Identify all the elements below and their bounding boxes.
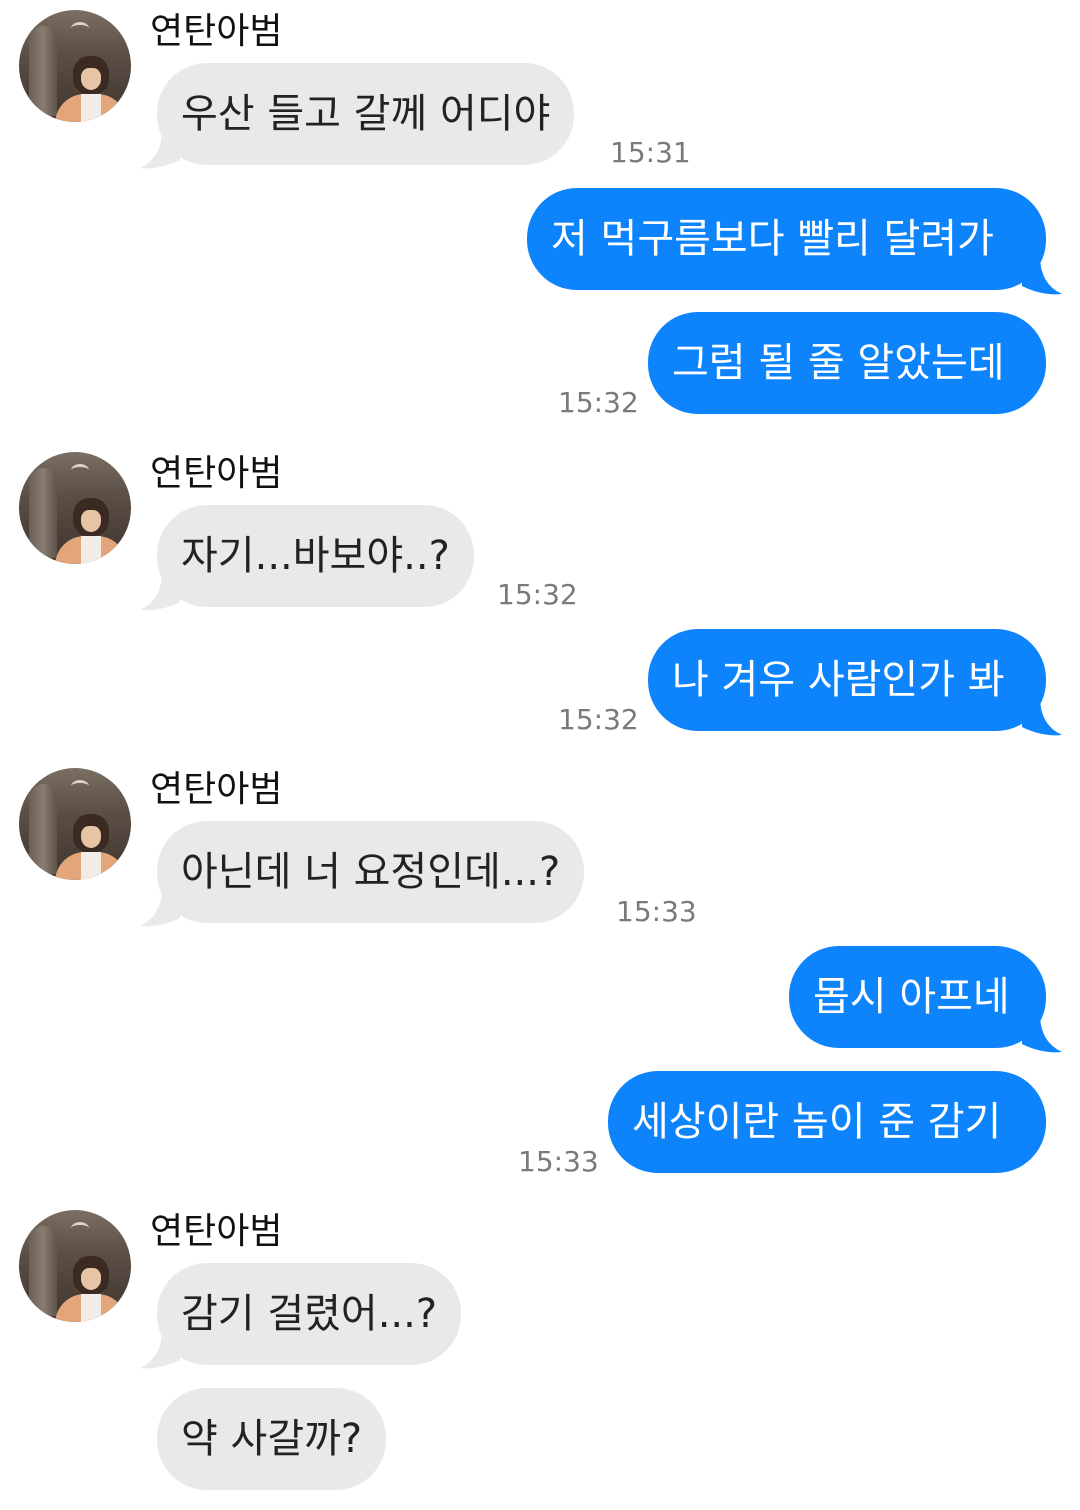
message-text: 약 사갈까? [181,1416,363,1462]
avatar-photo-detail [29,468,57,558]
incoming-message-bubble[interactable]: 자기...바보야..? [157,505,474,607]
incoming-message-bubble[interactable]: 아닌데 너 요정인데...? [157,821,585,923]
outgoing-message-bubble[interactable]: 몹시 아프네 [789,946,1046,1048]
contact-avatar[interactable] [19,768,131,880]
message-timestamp: 15:31 [610,136,691,169]
avatar-photo-detail [81,94,101,122]
avatar-photo-detail [81,1294,101,1322]
incoming-message-bubble[interactable]: 우산 들고 갈께 어디야 [157,63,575,165]
avatar-photo-detail [81,68,101,90]
message-text: 아닌데 너 요정인데...? [181,849,561,895]
avatar-photo-detail [81,1268,101,1290]
avatar-photo-detail [71,1222,89,1235]
outgoing-message-bubble[interactable]: 세상이란 놈이 준 감기 [608,1071,1046,1173]
avatar-photo-detail [29,784,57,874]
contact-avatar[interactable] [19,452,131,564]
outgoing-message-bubble[interactable]: 나 겨우 사람인가 봐 [648,629,1046,731]
avatar-photo-detail [29,1226,57,1316]
avatar-photo-detail [71,22,89,35]
message-text: 세상이란 놈이 준 감기 [632,1099,1002,1145]
message-text: 나 겨우 사람인가 봐 [672,657,1005,703]
incoming-message-bubble[interactable]: 약 사갈까? [157,1388,387,1490]
avatar-photo-detail [81,536,101,564]
message-timestamp: 15:32 [558,386,639,419]
message-text: 감기 걸렸어...? [181,1291,438,1337]
message-timestamp: 15:32 [497,578,578,611]
outgoing-message-bubble[interactable]: 그럼 될 줄 알았는데 [648,312,1046,414]
sender-name: 연탄아범 [150,453,283,494]
sender-name: 연탄아범 [150,11,283,52]
message-text: 우산 들고 갈께 어디야 [181,91,551,137]
message-timestamp: 15:32 [558,703,639,736]
avatar-photo-detail [81,826,101,848]
message-text: 몹시 아프네 [813,974,1010,1020]
avatar-photo-detail [81,852,101,880]
sender-name: 연탄아범 [150,769,283,810]
message-text: 그럼 될 줄 알았는데 [672,340,1005,386]
message-text: 저 먹구름보다 빨리 달려가 [551,216,994,262]
contact-avatar[interactable] [19,10,131,122]
sender-name: 연탄아범 [150,1211,283,1252]
avatar-photo-detail [29,26,57,116]
avatar-photo-detail [81,510,101,532]
outgoing-message-bubble[interactable]: 저 먹구름보다 빨리 달려가 [527,188,1046,290]
incoming-message-bubble[interactable]: 감기 걸렸어...? [157,1263,462,1365]
message-timestamp: 15:33 [518,1145,599,1178]
message-timestamp: 15:33 [616,895,697,928]
message-text: 자기...바보야..? [181,533,450,579]
contact-avatar[interactable] [19,1210,131,1322]
avatar-photo-detail [71,464,89,477]
avatar-photo-detail [71,780,89,793]
